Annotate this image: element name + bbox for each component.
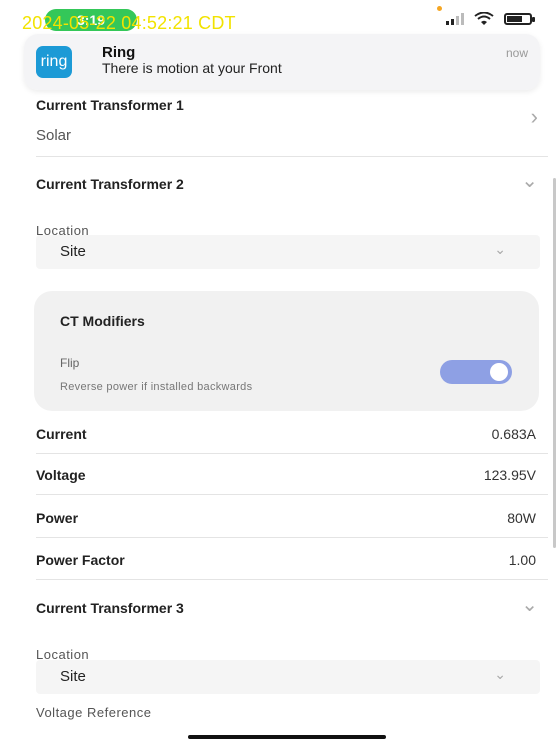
chevron-down-icon[interactable]: ⌄ <box>521 168 538 193</box>
timestamp-overlay: 2024-05-22 04:52:21 CDT <box>22 13 236 33</box>
ct1-label[interactable]: Current Transformer 1 <box>36 97 184 113</box>
metric-value: 1.00 <box>508 552 536 568</box>
divider <box>36 537 548 538</box>
status-icons <box>446 12 535 26</box>
notification-body: There is motion at your Front <box>102 60 282 76</box>
chevron-down-icon: ⌄ <box>494 666 506 682</box>
ct3-label[interactable]: Current Transformer 3 <box>36 600 184 616</box>
metric-value: 80W <box>507 510 536 526</box>
battery-icon <box>504 13 535 25</box>
ct-modifiers-title: CT Modifiers <box>60 313 145 329</box>
divider <box>36 156 548 157</box>
flip-description: Reverse power if installed backwards <box>60 381 253 393</box>
home-indicator[interactable] <box>188 735 386 739</box>
divider <box>36 579 548 580</box>
ct2-location-select[interactable]: Site ⌄ <box>36 235 540 269</box>
ct1-value: Solar <box>36 127 72 144</box>
ct3-location-select[interactable]: Site ⌄ <box>36 660 540 694</box>
ct3-location-value: Site <box>60 668 86 685</box>
metric-label: Power <box>36 510 79 526</box>
chevron-right-icon[interactable]: › <box>531 104 538 130</box>
ring-app-icon: ring <box>36 46 72 78</box>
divider <box>36 453 548 454</box>
chevron-down-icon: ⌄ <box>494 241 506 257</box>
metric-label: Voltage <box>36 467 86 483</box>
voltage-reference-label: Voltage Reference <box>36 705 152 720</box>
privacy-indicator-dot <box>437 6 442 11</box>
toggle-knob <box>490 363 508 381</box>
ct2-location-value: Site <box>60 243 86 260</box>
ct-modifiers-card: CT Modifiers Flip Reverse power if insta… <box>34 291 539 411</box>
wifi-icon <box>474 12 494 25</box>
chevron-down-icon[interactable]: ⌄ <box>521 592 538 617</box>
metric-label: Power Factor <box>36 552 125 568</box>
notification-time: now <box>505 46 528 60</box>
ct2-label[interactable]: Current Transformer 2 <box>36 176 184 192</box>
flip-toggle[interactable] <box>440 360 512 384</box>
flip-label: Flip <box>60 356 80 370</box>
cellular-signal-icon <box>446 13 464 25</box>
scrollbar[interactable] <box>553 178 556 548</box>
notification-title: Ring <box>102 44 136 61</box>
metric-value: 0.683A <box>491 426 536 442</box>
notification-banner[interactable]: ring Ring There is motion at your Front … <box>24 34 540 90</box>
metric-value: 123.95V <box>483 467 536 483</box>
divider <box>36 494 548 495</box>
metric-label: Current <box>36 426 87 442</box>
